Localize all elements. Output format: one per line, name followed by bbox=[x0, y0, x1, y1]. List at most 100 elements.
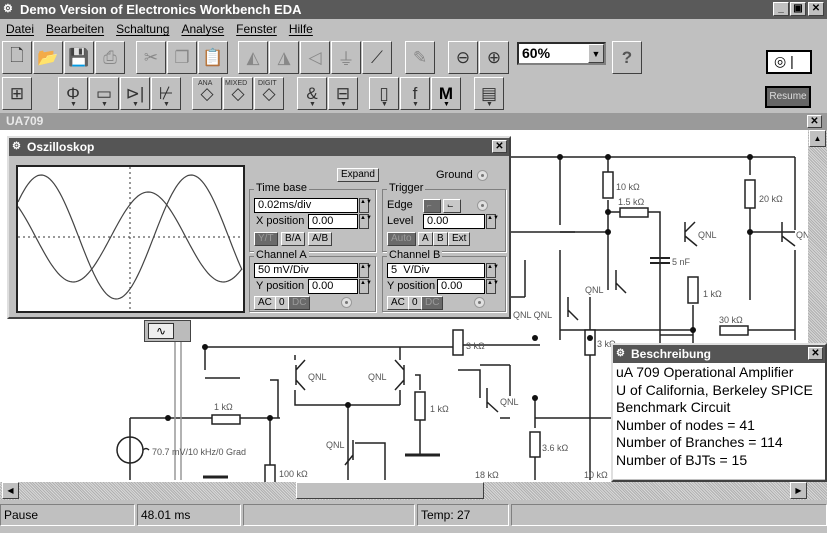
analog-ics-label: ANA bbox=[198, 80, 213, 87]
graph-icon[interactable]: ⟋ bbox=[362, 41, 392, 74]
channel-a-dc-button[interactable]: DC bbox=[288, 296, 311, 310]
channel-b-terminal[interactable] bbox=[474, 297, 485, 308]
create-subcircuit-icon[interactable]: ✎ bbox=[405, 41, 435, 74]
channel-b-scale-input[interactable]: 5 V/Div bbox=[387, 263, 485, 278]
horizontal-scrollbar[interactable]: ◀ ▶ bbox=[0, 482, 827, 500]
document-close-button[interactable]: ✕ bbox=[807, 115, 822, 128]
menu-bearbeiten[interactable]: Bearbeiten bbox=[46, 19, 104, 39]
channel-b-dc-button[interactable]: DC bbox=[421, 296, 444, 310]
falling-edge-icon[interactable]: ⌙ bbox=[443, 199, 461, 213]
channel-a-scale-input[interactable]: 50 mV/Div bbox=[254, 263, 358, 278]
close-button[interactable]: ✕ bbox=[808, 2, 824, 16]
indicators-icon[interactable]: ▯ ▼ bbox=[369, 77, 399, 110]
oscilloscope-title: Oszilloskop bbox=[27, 140, 95, 154]
oscilloscope-instrument-icon[interactable]: ∿ bbox=[144, 320, 191, 342]
resume-button[interactable]: Resume bbox=[765, 86, 811, 108]
trigger-a-button[interactable]: A bbox=[418, 232, 433, 246]
trigger-level-input[interactable]: 0.00 bbox=[423, 214, 485, 229]
sources-icon[interactable]: Φ ▼ bbox=[58, 77, 88, 110]
channel-a-ac-button[interactable]: AC bbox=[254, 296, 276, 310]
open-folder-icon[interactable]: 📂 bbox=[33, 41, 63, 74]
controls-icon[interactable]: f ▼ bbox=[400, 77, 430, 110]
description-line: Number of BJTs = 15 bbox=[616, 451, 748, 468]
analog-ics-button[interactable]: ANA ◇ bbox=[192, 77, 222, 110]
channel-b-ac-button[interactable]: AC bbox=[387, 296, 409, 310]
mode-ab-button[interactable]: A/B bbox=[308, 232, 333, 246]
time-base-label: Time base bbox=[254, 182, 309, 194]
probe-wires bbox=[174, 340, 182, 480]
level-label: Level bbox=[387, 215, 414, 227]
diodes-icon[interactable]: ⊳| ▼ bbox=[120, 77, 150, 110]
paste-clipboard-icon[interactable]: 📋 bbox=[198, 41, 228, 74]
trigger-terminal[interactable] bbox=[477, 200, 488, 211]
x-position-spinner[interactable]: ▲▼ bbox=[359, 214, 372, 229]
description-line: U of California, Berkeley SPICE bbox=[616, 381, 813, 398]
mixed-ics-button[interactable]: MIXED ◇ bbox=[223, 77, 253, 110]
minimize-button[interactable]: _ bbox=[773, 2, 789, 16]
chevron-down-icon[interactable]: ▼ bbox=[588, 44, 604, 63]
channel-a-ypos-spinner[interactable]: ▲▼ bbox=[359, 279, 372, 294]
flip-vertical-icon[interactable]: ◁ bbox=[300, 41, 330, 74]
trigger-auto-button[interactable]: Auto bbox=[387, 232, 416, 246]
oscilloscope-close-button[interactable]: ✕ bbox=[492, 140, 507, 153]
channel-a-zero-button[interactable]: 0 bbox=[275, 296, 289, 310]
channel-b-ypos-input[interactable]: 0.00 bbox=[437, 279, 485, 294]
instruments-icon[interactable]: ▤ ▼ bbox=[474, 77, 504, 110]
menu-schaltung[interactable]: Schaltung bbox=[116, 19, 169, 39]
menu-hilfe[interactable]: Hilfe bbox=[289, 19, 313, 39]
zoom-out-icon[interactable]: ⊖ bbox=[448, 41, 478, 74]
digital-ics-button[interactable]: DIGIT ◇ bbox=[254, 77, 284, 110]
cut-scissors-icon[interactable]: ✂ bbox=[136, 41, 166, 74]
trigger-b-button[interactable]: B bbox=[433, 232, 448, 246]
logic-gates-icon[interactable]: & ▼ bbox=[297, 77, 327, 110]
new-file-icon[interactable]: 🗋 bbox=[2, 41, 32, 74]
zoom-select[interactable]: 60% ▼ bbox=[517, 42, 606, 65]
zoom-in-icon[interactable]: ⊕ bbox=[479, 41, 509, 74]
power-switch[interactable]: ◎ | bbox=[766, 50, 812, 74]
ground-terminal[interactable] bbox=[477, 170, 488, 181]
copy-icon[interactable]: ❐ bbox=[167, 41, 197, 74]
channel-b-zero-button[interactable]: 0 bbox=[408, 296, 422, 310]
mode-ba-button[interactable]: B/A bbox=[281, 232, 306, 246]
scroll-right-icon[interactable]: ▶ bbox=[790, 482, 807, 499]
rotate-icon[interactable]: ◭ bbox=[238, 41, 268, 74]
description-title-bar[interactable]: ⚙ Beschreibung ✕ bbox=[613, 345, 825, 363]
oscilloscope-title-bar[interactable]: ⚙ Oszilloskop ✕ bbox=[9, 138, 509, 156]
x-position-input[interactable]: 0.00 bbox=[308, 214, 358, 229]
channel-a-scale-spinner[interactable]: ▲▼ bbox=[359, 263, 372, 278]
flip-horizontal-icon[interactable]: ◮ bbox=[269, 41, 299, 74]
scroll-up-icon[interactable]: ▲ bbox=[809, 130, 826, 147]
favorites-bin-icon[interactable]: ⊞ bbox=[2, 77, 32, 110]
print-icon[interactable]: ⎙ bbox=[95, 41, 125, 74]
menu-analyse[interactable]: Analyse bbox=[181, 19, 224, 39]
menu-fenster[interactable]: Fenster bbox=[236, 19, 277, 39]
channel-b-ypos-spinner[interactable]: ▲▼ bbox=[486, 279, 499, 294]
transistors-icon[interactable]: ⊬ ▼ bbox=[151, 77, 181, 110]
maximize-button[interactable]: ▣ bbox=[790, 2, 806, 16]
expand-button[interactable]: Expand bbox=[337, 168, 379, 182]
help-button[interactable]: ? bbox=[612, 41, 642, 74]
digital-flipflop-icon[interactable]: ⊟ ▼ bbox=[328, 77, 358, 110]
circuit-label: QNL bbox=[585, 285, 604, 295]
trigger-level-spinner[interactable]: ▲▼ bbox=[486, 214, 499, 229]
trigger-ext-button[interactable]: Ext bbox=[448, 232, 471, 246]
circuit-label: QNL QNL bbox=[513, 310, 552, 320]
edge-label: Edge bbox=[387, 199, 413, 211]
horizontal-scroll-thumb[interactable] bbox=[296, 482, 484, 499]
source-label: 70.7 mV/10 kHz/0 Grad bbox=[152, 447, 246, 457]
menu-datei[interactable]: Datei bbox=[6, 19, 34, 39]
scroll-left-icon[interactable]: ◀ bbox=[2, 482, 19, 499]
channel-a-terminal[interactable] bbox=[341, 297, 352, 308]
mode-yt-button[interactable]: Y/T bbox=[254, 232, 278, 246]
component-properties-icon[interactable]: ⏚ bbox=[331, 41, 361, 74]
channel-b-scale-spinner[interactable]: ▲▼ bbox=[486, 263, 499, 278]
description-app-icon: ⚙ bbox=[616, 348, 625, 359]
rising-edge-icon[interactable]: ⌐ bbox=[423, 199, 441, 213]
channel-a-ypos-input[interactable]: 0.00 bbox=[308, 279, 358, 294]
save-disk-icon[interactable]: 💾 bbox=[64, 41, 94, 74]
time-base-input[interactable]: 0.02ms/div bbox=[254, 198, 358, 213]
miscellaneous-button[interactable]: M ▼ bbox=[431, 77, 461, 110]
description-close-button[interactable]: ✕ bbox=[808, 347, 823, 360]
basic-resistor-icon[interactable]: ▭ ▼ bbox=[89, 77, 119, 110]
time-base-spinner[interactable]: ▲▼ bbox=[359, 198, 372, 213]
